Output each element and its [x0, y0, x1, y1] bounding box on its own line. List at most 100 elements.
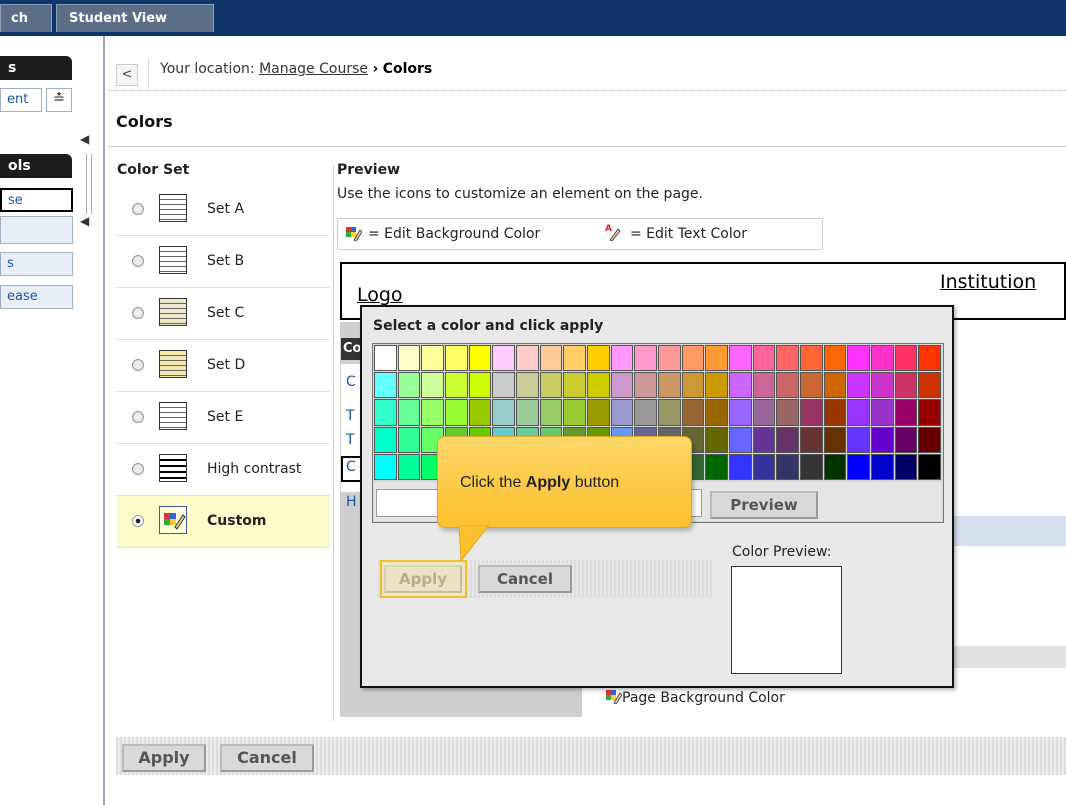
- cancel-button[interactable]: Cancel: [220, 744, 314, 772]
- color-swatch[interactable]: [539, 399, 563, 426]
- color-swatch[interactable]: [729, 426, 752, 453]
- color-swatch[interactable]: [397, 426, 421, 453]
- color-swatch[interactable]: [658, 345, 681, 372]
- color-swatch[interactable]: [776, 426, 799, 453]
- radio-set-b[interactable]: [132, 255, 144, 267]
- color-swatch[interactable]: [705, 372, 728, 399]
- tab-search[interactable]: ch: [0, 4, 52, 32]
- color-swatch[interactable]: [445, 399, 468, 426]
- color-set-e[interactable]: Set E: [117, 392, 330, 444]
- preview-menu-item[interactable]: C: [346, 374, 356, 390]
- color-swatch[interactable]: [634, 372, 657, 399]
- color-set-high-contrast[interactable]: High contrast: [117, 444, 330, 496]
- sidebar-item-blank[interactable]: [0, 216, 73, 244]
- color-swatch[interactable]: [421, 345, 444, 372]
- color-swatch[interactable]: [894, 453, 918, 480]
- color-swatch[interactable]: [634, 345, 657, 372]
- color-swatch[interactable]: [823, 372, 847, 399]
- color-swatch[interactable]: [445, 372, 468, 399]
- color-swatch[interactable]: [516, 372, 539, 399]
- color-swatch[interactable]: [918, 399, 941, 426]
- color-swatch[interactable]: [894, 399, 918, 426]
- color-swatch[interactable]: [397, 372, 421, 399]
- color-set-a[interactable]: Set A: [117, 184, 330, 236]
- radio-set-high-contrast[interactable]: [132, 463, 144, 475]
- color-swatch[interactable]: [894, 345, 918, 372]
- color-swatch[interactable]: [374, 453, 397, 480]
- color-swatch[interactable]: [847, 453, 870, 480]
- color-swatch[interactable]: [776, 345, 799, 372]
- color-swatch[interactable]: [729, 372, 752, 399]
- color-swatch[interactable]: [705, 345, 728, 372]
- color-swatch[interactable]: [492, 345, 515, 372]
- sidebar-item-tools[interactable]: s: [0, 252, 73, 276]
- color-swatch[interactable]: [705, 453, 728, 480]
- color-swatch[interactable]: [397, 453, 421, 480]
- color-swatch[interactable]: [374, 399, 397, 426]
- color-swatch[interactable]: [800, 426, 823, 453]
- color-set-custom[interactable]: Custom: [117, 496, 330, 548]
- color-swatch[interactable]: [871, 345, 894, 372]
- color-swatch[interactable]: [516, 399, 539, 426]
- color-swatch[interactable]: [516, 345, 539, 372]
- color-swatch[interactable]: [752, 372, 776, 399]
- color-swatch[interactable]: [681, 399, 705, 426]
- color-swatch[interactable]: [894, 426, 918, 453]
- color-swatch[interactable]: [445, 345, 468, 372]
- color-swatch[interactable]: [823, 426, 847, 453]
- color-swatch[interactable]: [681, 345, 705, 372]
- preview-menu-item[interactable]: C: [346, 459, 356, 475]
- color-swatch[interactable]: [729, 345, 752, 372]
- color-swatch[interactable]: [610, 345, 634, 372]
- preview-color-button[interactable]: Preview: [710, 491, 818, 519]
- radio-set-custom[interactable]: [132, 515, 144, 527]
- color-swatch[interactable]: [847, 372, 870, 399]
- color-swatch[interactable]: [374, 372, 397, 399]
- color-swatch[interactable]: [729, 399, 752, 426]
- color-swatch[interactable]: [918, 345, 941, 372]
- radio-set-d[interactable]: [132, 359, 144, 371]
- preview-menu-item[interactable]: T: [346, 408, 355, 424]
- sidebar-resize-handle[interactable]: [86, 154, 92, 214]
- color-swatch[interactable]: [421, 399, 444, 426]
- color-swatch[interactable]: [634, 399, 657, 426]
- color-swatch[interactable]: [468, 345, 492, 372]
- color-swatch[interactable]: [800, 372, 823, 399]
- color-swatch[interactable]: [397, 345, 421, 372]
- color-swatch[interactable]: [374, 426, 397, 453]
- color-swatch[interactable]: [871, 372, 894, 399]
- color-swatch[interactable]: [871, 453, 894, 480]
- color-swatch[interactable]: [705, 399, 728, 426]
- color-swatch[interactable]: [563, 345, 586, 372]
- color-swatch[interactable]: [658, 372, 681, 399]
- color-swatch[interactable]: [800, 453, 823, 480]
- color-swatch[interactable]: [752, 453, 776, 480]
- preview-menu-item[interactable]: H: [346, 494, 357, 510]
- back-button[interactable]: <: [116, 64, 138, 86]
- edit-background-icon[interactable]: [606, 688, 623, 708]
- collapse-panel-icon[interactable]: ◀: [80, 132, 89, 146]
- color-swatch[interactable]: [776, 372, 799, 399]
- color-swatch[interactable]: [918, 453, 941, 480]
- sidebar-item-course[interactable]: se: [0, 188, 73, 212]
- color-swatch[interactable]: [823, 453, 847, 480]
- color-swatch[interactable]: [918, 426, 941, 453]
- color-swatch[interactable]: [563, 372, 586, 399]
- color-swatch[interactable]: [397, 399, 421, 426]
- apply-button[interactable]: Apply: [122, 744, 206, 772]
- color-set-b[interactable]: Set B: [117, 236, 330, 288]
- color-swatch[interactable]: [800, 399, 823, 426]
- color-swatch[interactable]: [587, 372, 610, 399]
- expand-menu-icon[interactable]: ≛: [46, 88, 72, 112]
- color-swatch[interactable]: [871, 426, 894, 453]
- color-swatch[interactable]: [729, 453, 752, 480]
- color-swatch[interactable]: [587, 399, 610, 426]
- radio-set-e[interactable]: [132, 411, 144, 423]
- color-swatch[interactable]: [823, 345, 847, 372]
- color-swatch[interactable]: [492, 399, 515, 426]
- color-swatch[interactable]: [421, 372, 444, 399]
- breadcrumb-link-manage-course[interactable]: Manage Course: [259, 61, 368, 77]
- color-swatch[interactable]: [752, 426, 776, 453]
- color-swatch[interactable]: [752, 345, 776, 372]
- collapse-panel-icon-2[interactable]: ◀: [80, 214, 89, 228]
